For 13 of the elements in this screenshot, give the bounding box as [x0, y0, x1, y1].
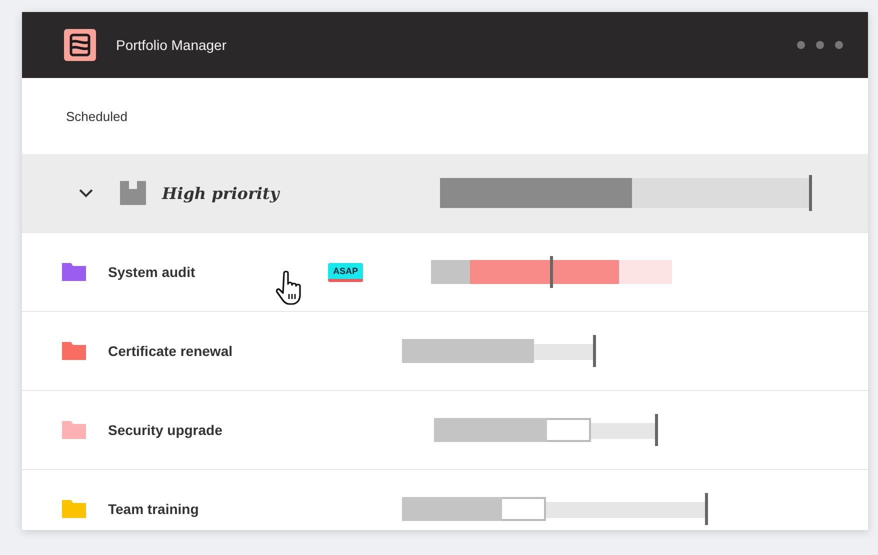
task-name: Certificate renewal: [108, 343, 234, 359]
box-icon: [120, 181, 146, 205]
asap-badge: ASAP: [328, 262, 364, 282]
section-label: Scheduled: [66, 108, 128, 124]
task-name: Team training: [108, 501, 200, 517]
group-label: High priority: [162, 184, 281, 202]
task-name: Security upgrade: [108, 422, 224, 438]
task-name: System audit: [108, 264, 196, 280]
chevron-icon[interactable]: [78, 188, 94, 198]
more-icon[interactable]: [796, 40, 844, 50]
app-logo-icon: [64, 29, 96, 61]
app-title: Portfolio Manager: [116, 37, 228, 53]
group-row[interactable]: High priority: [22, 154, 868, 232]
